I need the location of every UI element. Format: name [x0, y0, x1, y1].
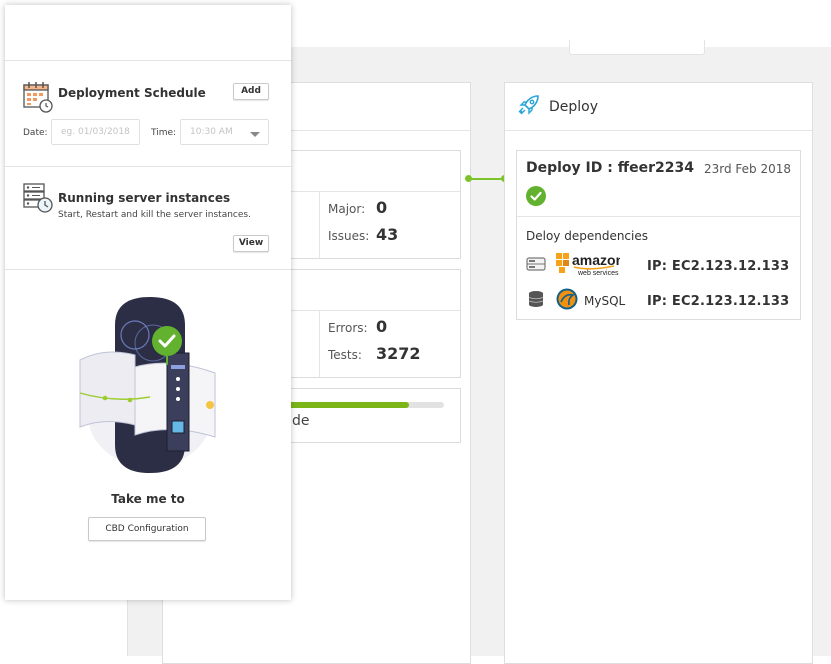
errors-value: 0 [376, 317, 388, 336]
dependency-row[interactable]: MySQL IP: EC2.123.12.133 [526, 288, 796, 314]
top-tab[interactable] [569, 40, 705, 55]
calendar-icon [22, 79, 54, 117]
time-select[interactable]: 10:30 AM [180, 119, 269, 145]
dependencies-title: Deloy dependencies [526, 229, 648, 243]
tests-label: Tests: [328, 348, 362, 362]
time-label: Time: [151, 128, 177, 138]
server-illustration [75, 295, 225, 479]
issues-value: 43 [376, 225, 399, 244]
rocket-icon [517, 94, 541, 120]
deploy-id: Deploy ID : ffeer2234 [526, 160, 694, 176]
dependency-ip: IP: EC2.123.12.133 [647, 258, 790, 274]
mysql-label: MySQL [584, 294, 626, 308]
cta-text: Take me to [111, 492, 185, 506]
date-input[interactable]: eg. 01/03/2018 [51, 119, 140, 145]
tests-value: 3272 [376, 344, 421, 363]
connector-dot-left [465, 175, 472, 182]
server-icon [526, 255, 546, 277]
deploy-column-header: Deploy [505, 83, 812, 131]
pipeline-connector [468, 178, 505, 180]
success-check-icon [526, 186, 546, 206]
running-instances-section: Running server instances Start, Restart … [5, 167, 291, 270]
progress-fill [284, 402, 409, 408]
mysql-logo [556, 288, 578, 314]
dependency-row[interactable]: amazon web services IP: EC2.123.12.133 [526, 251, 796, 281]
running-subtitle: Start, Restart and kill the server insta… [58, 210, 251, 220]
errors-label: Errors: [328, 321, 368, 335]
database-icon [526, 290, 546, 312]
time-value: 10:30 AM [190, 127, 233, 137]
add-button[interactable]: Add [233, 83, 269, 100]
running-title: Running server instances [58, 191, 231, 205]
deploy-card[interactable]: Deploy ID : ffeer2234 23rd Feb 2018 Delo… [516, 150, 801, 320]
progress-text: de [292, 413, 310, 429]
major-label: Major: [328, 202, 366, 216]
schedule-title: Deployment Schedule [58, 86, 206, 100]
deploy-date: 23rd Feb 2018 [703, 162, 791, 176]
chevron-down-icon [250, 131, 260, 141]
date-label: Date: [23, 128, 48, 138]
deploy-title: Deploy [549, 98, 599, 115]
server-clock-icon [22, 182, 54, 218]
amazon-aws-logo: amazon web services [556, 251, 624, 281]
major-value: 0 [376, 198, 388, 217]
side-panel: Deployment Schedule Add Date: eg. 01/03/… [5, 5, 291, 600]
view-button[interactable]: View [233, 235, 269, 252]
progress-bar [284, 402, 444, 408]
deployment-schedule-section: Deployment Schedule Add Date: eg. 01/03/… [5, 61, 291, 167]
issues-label: Issues: [328, 229, 370, 243]
svg-text:web services: web services [577, 270, 619, 277]
cbd-configuration-button[interactable]: CBD Configuration [88, 517, 206, 541]
dependency-ip: IP: EC2.123.12.133 [647, 293, 790, 309]
deploy-column: Deploy Deploy ID : ffeer2234 23rd Feb 20… [504, 82, 813, 664]
panel-top-section [5, 5, 291, 61]
